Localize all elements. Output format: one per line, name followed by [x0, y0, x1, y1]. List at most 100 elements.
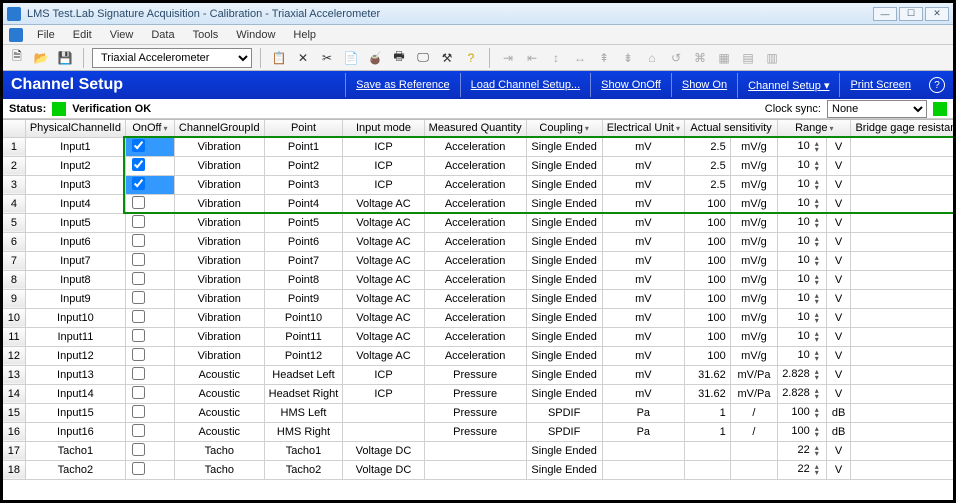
menu-help[interactable]: Help: [285, 27, 324, 43]
cell-range-value[interactable]: 100▴▾: [778, 422, 827, 441]
cell-electrical-unit[interactable]: mV: [602, 232, 684, 251]
cell-bridge-resistance[interactable]: [851, 460, 953, 479]
cell-sensitivity-value[interactable]: 2.5: [684, 137, 730, 156]
cell-coupling[interactable]: Single Ended: [526, 441, 602, 460]
cell-range-value[interactable]: 10▴▾: [778, 232, 827, 251]
menu-file[interactable]: File: [29, 27, 63, 43]
onoff-checkbox[interactable]: [132, 367, 145, 380]
cell-measured-quantity[interactable]: Acceleration: [424, 137, 526, 156]
cell-range-unit[interactable]: V: [826, 346, 851, 365]
menu-view[interactable]: View: [102, 27, 142, 43]
onoff-checkbox[interactable]: [132, 386, 145, 399]
cell-physical-id[interactable]: Tacho1: [25, 441, 125, 460]
show-on-button[interactable]: Show On: [671, 73, 737, 97]
cell-group[interactable]: Vibration: [174, 137, 264, 156]
row-number[interactable]: 1: [3, 137, 25, 156]
cell-group[interactable]: Vibration: [174, 156, 264, 175]
cell-input-mode[interactable]: Voltage AC: [343, 346, 424, 365]
cell-point[interactable]: Point12: [264, 346, 343, 365]
cell-sensitivity-unit[interactable]: mV/g: [730, 289, 777, 308]
cell-range-value[interactable]: 22▴▾: [778, 460, 827, 479]
cell-input-mode[interactable]: [343, 422, 424, 441]
cell-point[interactable]: Point5: [264, 213, 343, 232]
cell-coupling[interactable]: Single Ended: [526, 251, 602, 270]
cell-input-mode[interactable]: ICP: [343, 156, 424, 175]
cell-physical-id[interactable]: Input14: [25, 384, 125, 403]
cell-physical-id[interactable]: Tacho2: [25, 460, 125, 479]
cell-coupling[interactable]: SPDIF: [526, 422, 602, 441]
table-row[interactable]: 7Input7VibrationPoint7Voltage ACAccelera…: [3, 251, 953, 270]
row-number[interactable]: 17: [3, 441, 25, 460]
settings-icon[interactable]: ⚒: [437, 48, 457, 68]
onoff-checkbox[interactable]: [132, 272, 145, 285]
channel-setup-dropdown[interactable]: Channel Setup: [737, 73, 839, 98]
cell-sensitivity-value[interactable]: 2.5: [684, 156, 730, 175]
cell-sensitivity-value[interactable]: 100: [684, 327, 730, 346]
cell-electrical-unit[interactable]: [602, 460, 684, 479]
cell-physical-id[interactable]: Input15: [25, 403, 125, 422]
cell-electrical-unit[interactable]: mV: [602, 346, 684, 365]
cell-range-value[interactable]: 22▴▾: [778, 441, 827, 460]
table-row[interactable]: 18Tacho2TachoTacho2Voltage DCSingle Ende…: [3, 460, 953, 479]
cell-onoff[interactable]: [125, 232, 174, 251]
maximize-button[interactable]: ☐: [899, 7, 923, 21]
onoff-checkbox[interactable]: [132, 424, 145, 437]
cell-group[interactable]: Vibration: [174, 270, 264, 289]
table-row[interactable]: 4Input4VibrationPoint4Voltage ACAccelera…: [3, 194, 953, 213]
cell-sensitivity-value[interactable]: 100: [684, 213, 730, 232]
cell-range-value[interactable]: 2.828▴▾: [778, 365, 827, 384]
cell-sensitivity-value[interactable]: 1: [684, 403, 730, 422]
cell-bridge-resistance[interactable]: [851, 213, 953, 232]
row-number[interactable]: 2: [3, 156, 25, 175]
cell-bridge-resistance[interactable]: [851, 384, 953, 403]
table-row[interactable]: 14Input14AcousticHeadset RightICPPressur…: [3, 384, 953, 403]
table-row[interactable]: 2Input2VibrationPoint2ICPAccelerationSin…: [3, 156, 953, 175]
app-menu-icon[interactable]: [9, 28, 23, 42]
cell-electrical-unit[interactable]: mV: [602, 213, 684, 232]
tool-e-icon[interactable]: ⇞: [594, 48, 614, 68]
table-row[interactable]: 6Input6VibrationPoint6Voltage ACAccelera…: [3, 232, 953, 251]
cell-onoff[interactable]: [125, 251, 174, 270]
cell-point[interactable]: Point10: [264, 308, 343, 327]
cell-sensitivity-unit[interactable]: [730, 441, 777, 460]
cell-electrical-unit[interactable]: mV: [602, 175, 684, 194]
tool-d-icon[interactable]: ↔: [570, 48, 590, 68]
row-number[interactable]: 10: [3, 308, 25, 327]
cell-sensitivity-value[interactable]: 100: [684, 346, 730, 365]
cell-sensitivity-unit[interactable]: [730, 460, 777, 479]
cell-input-mode[interactable]: Voltage AC: [343, 213, 424, 232]
cell-sensitivity-value[interactable]: 2.5: [684, 175, 730, 194]
tool-f-icon[interactable]: ⇟: [618, 48, 638, 68]
tool-b-icon[interactable]: ⇤: [522, 48, 542, 68]
cell-point[interactable]: Tacho2: [264, 460, 343, 479]
profile-select[interactable]: Triaxial Accelerometer: [92, 48, 252, 68]
cell-onoff[interactable]: [125, 403, 174, 422]
cell-range-unit[interactable]: V: [826, 270, 851, 289]
cell-group[interactable]: Tacho: [174, 441, 264, 460]
cell-electrical-unit[interactable]: mV: [602, 137, 684, 156]
cell-sensitivity-unit[interactable]: /: [730, 422, 777, 441]
cell-bridge-resistance[interactable]: [851, 327, 953, 346]
open-icon[interactable]: 📂: [31, 48, 51, 68]
cell-physical-id[interactable]: Input10: [25, 308, 125, 327]
cell-measured-quantity[interactable]: Acceleration: [424, 232, 526, 251]
row-number[interactable]: 16: [3, 422, 25, 441]
cell-sensitivity-unit[interactable]: /: [730, 403, 777, 422]
cell-measured-quantity[interactable]: Acceleration: [424, 308, 526, 327]
row-number[interactable]: 14: [3, 384, 25, 403]
copy2-icon[interactable]: 🧉: [365, 48, 385, 68]
cell-physical-id[interactable]: Input9: [25, 289, 125, 308]
cell-input-mode[interactable]: Voltage AC: [343, 289, 424, 308]
cell-point[interactable]: Headset Right: [264, 384, 343, 403]
channel-table-wrap[interactable]: PhysicalChannelId OnOff▾ ChannelGroupId …: [3, 119, 953, 497]
row-number[interactable]: 6: [3, 232, 25, 251]
cell-sensitivity-value[interactable]: 1: [684, 422, 730, 441]
help-icon[interactable]: ?: [461, 48, 481, 68]
cell-range-value[interactable]: 10▴▾: [778, 327, 827, 346]
minimize-button[interactable]: —: [873, 7, 897, 21]
cell-sensitivity-value[interactable]: 100: [684, 232, 730, 251]
tool-g-icon[interactable]: ⌂: [642, 48, 662, 68]
cell-onoff[interactable]: [125, 365, 174, 384]
cell-group[interactable]: Vibration: [174, 346, 264, 365]
cell-input-mode[interactable]: Voltage AC: [343, 251, 424, 270]
